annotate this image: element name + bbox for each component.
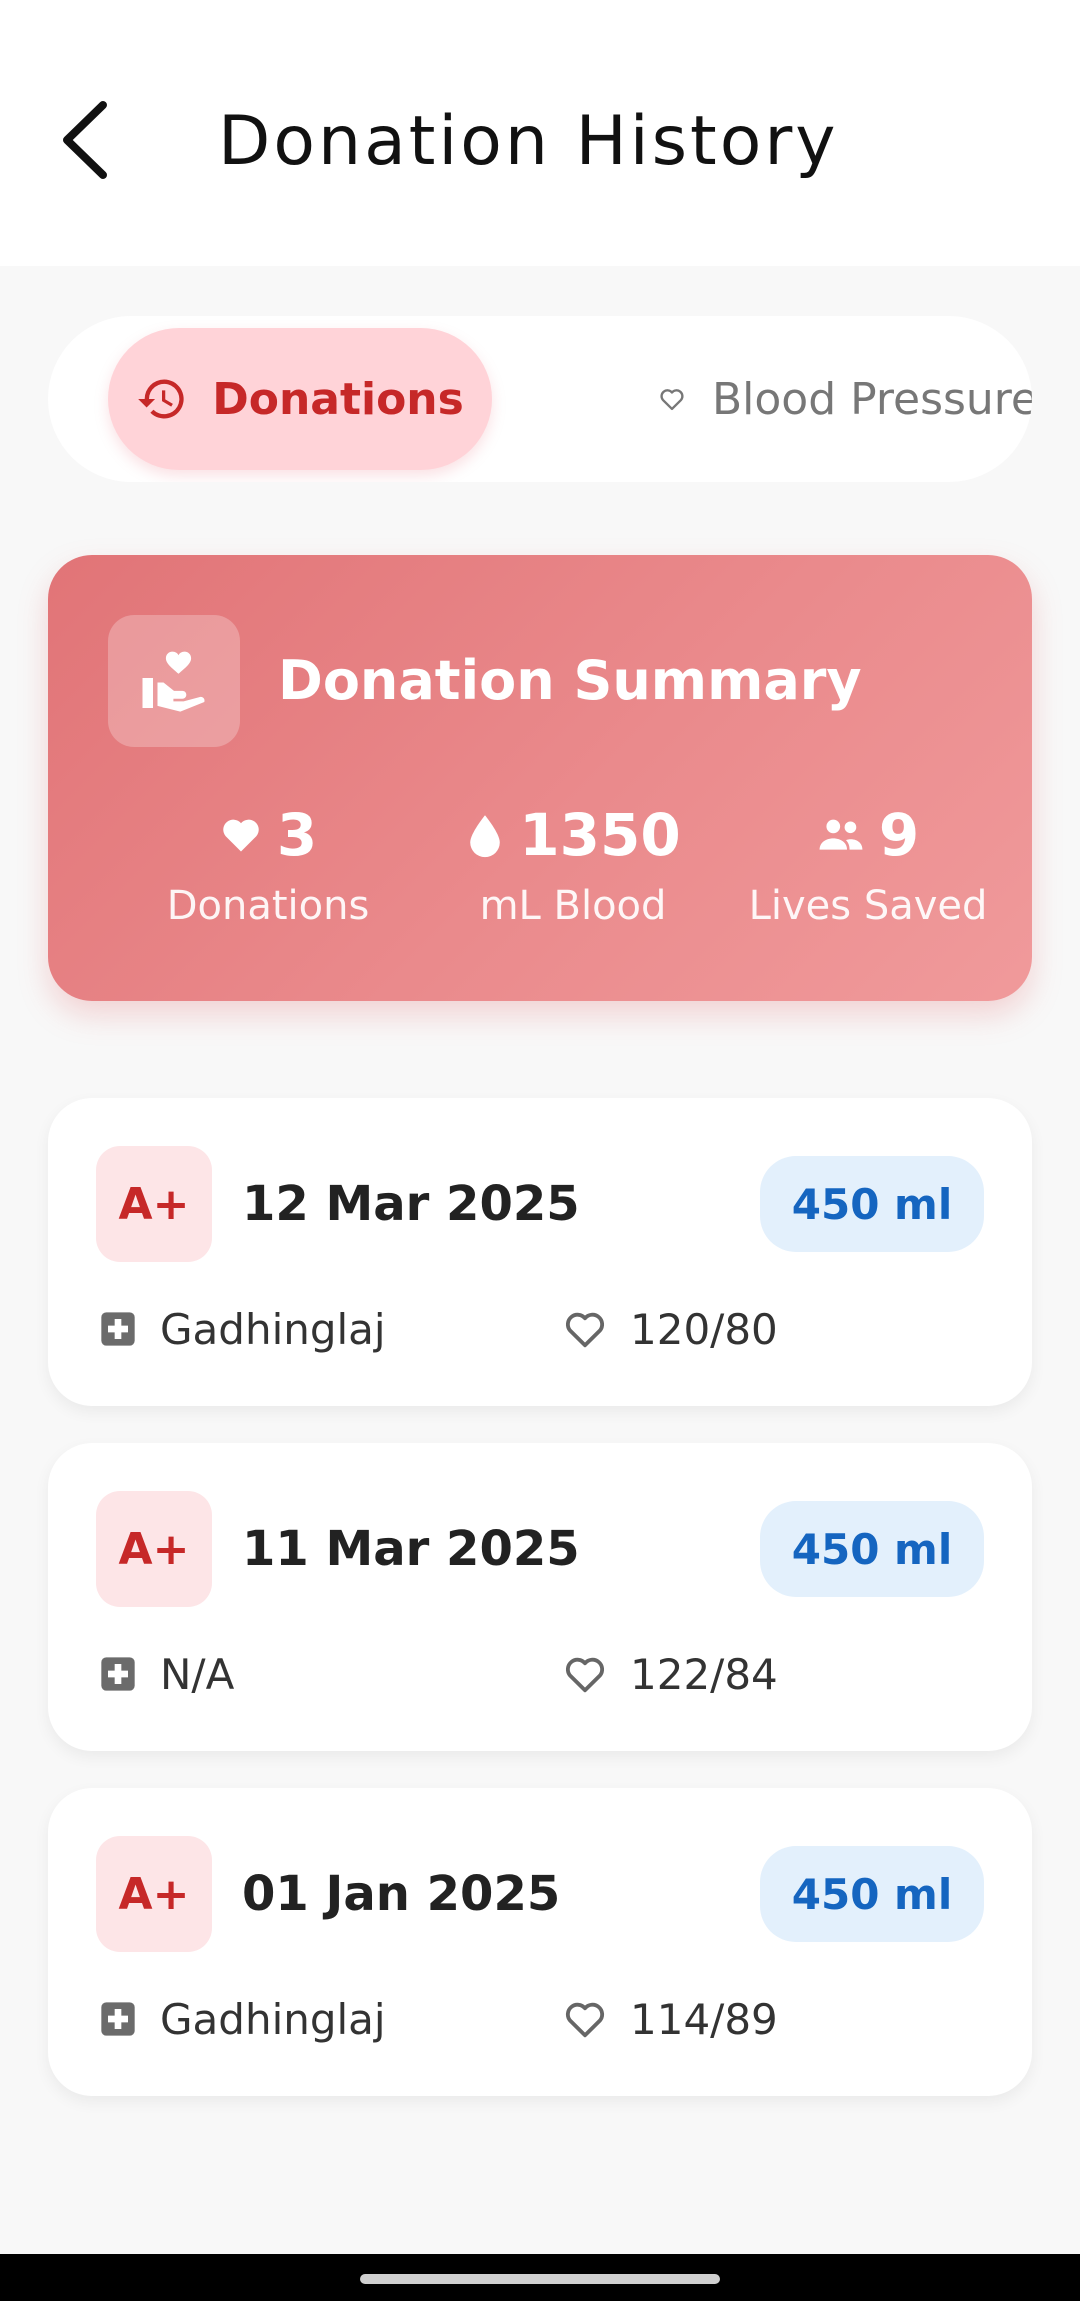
stat-lives-saved-label: Lives Saved [748,883,988,929]
donation-location: N/A [160,1649,235,1699]
bp-row: 120/80 [562,1298,778,1360]
stat-blood-volume: 1350 mL Blood [448,791,698,929]
donation-location: Gadhinglaj [160,1994,386,2044]
location-row: Gadhinglaj [98,1988,386,2050]
blood-pressure-value: 122/84 [630,1649,778,1699]
drop-icon [470,815,501,858]
location-row: Gadhinglaj [98,1298,386,1360]
back-button[interactable] [40,88,130,192]
blood-group-badge: A+ [96,1491,212,1607]
heart-outline-icon [565,1657,605,1693]
hospital-icon [101,2002,135,2036]
donation-date: 11 Mar 2025 [242,1521,580,1577]
volume-badge: 450 ml [760,1156,984,1252]
system-nav-bar [0,2254,1080,2301]
tab-donations-label: Donations [212,373,464,425]
tab-bar: Donations Blood Pressure [48,316,1032,482]
history-icon [138,379,184,419]
location-row: N/A [98,1643,234,1705]
summary-title: Donation Summary [278,649,862,712]
donation-date: 12 Mar 2025 [242,1176,580,1232]
tab-blood-pressure[interactable]: Blood Pressure [658,328,1032,470]
stat-lives-saved: 9 Lives Saved [718,791,1018,929]
app-bar: Donation History [0,0,1080,266]
back-arrow-icon [63,101,107,179]
blood-group-badge: A+ [96,1146,212,1262]
donation-date: 01 Jan 2025 [242,1866,561,1922]
page: Donation History Donations Blood Pressur… [0,0,1080,2301]
stat-donations: 3 Donations [108,791,428,929]
blood-pressure-value: 120/80 [630,1304,778,1354]
summary-icon-container [108,615,240,747]
donation-summary-card: Donation Summary 3 Donations 1350 mL Blo… [48,555,1032,1001]
hand-heart-icon [142,651,205,712]
heart-outline-icon [565,1312,605,1348]
donation-card[interactable]: A+ 12 Mar 2025 450 ml Gadhinglaj 120/80 [48,1098,1032,1406]
stat-blood-volume-value: 1350 [519,801,681,869]
hospital-icon [101,1657,135,1691]
volume-badge: 450 ml [760,1846,984,1942]
stat-donations-label: Donations [166,883,370,929]
heart-icon [223,819,259,852]
hospital-icon [101,1312,135,1346]
heart-outline-icon [565,2002,605,2038]
blood-group-badge: A+ [96,1836,212,1952]
tab-donations[interactable]: Donations [108,328,492,470]
donation-card[interactable]: A+ 01 Jan 2025 450 ml Gadhinglaj 114/89 [48,1788,1032,2096]
bp-row: 114/89 [562,1988,778,2050]
volume-badge: 450 ml [760,1501,984,1597]
donation-card[interactable]: A+ 11 Mar 2025 450 ml N/A 122/84 [48,1443,1032,1751]
stat-lives-saved-value: 9 [878,801,920,869]
blood-pressure-value: 114/89 [630,1994,778,2044]
page-title: Donation History [218,102,839,181]
bp-row: 122/84 [562,1643,778,1705]
people-icon [819,819,863,850]
donation-location: Gadhinglaj [160,1304,386,1354]
stat-blood-volume-label: mL Blood [479,883,667,929]
stat-donations-value: 3 [276,801,318,869]
heart-outline-icon [660,389,684,411]
home-gesture-handle[interactable] [360,2274,720,2284]
tab-blood-pressure-label: Blood Pressure [711,373,1032,425]
